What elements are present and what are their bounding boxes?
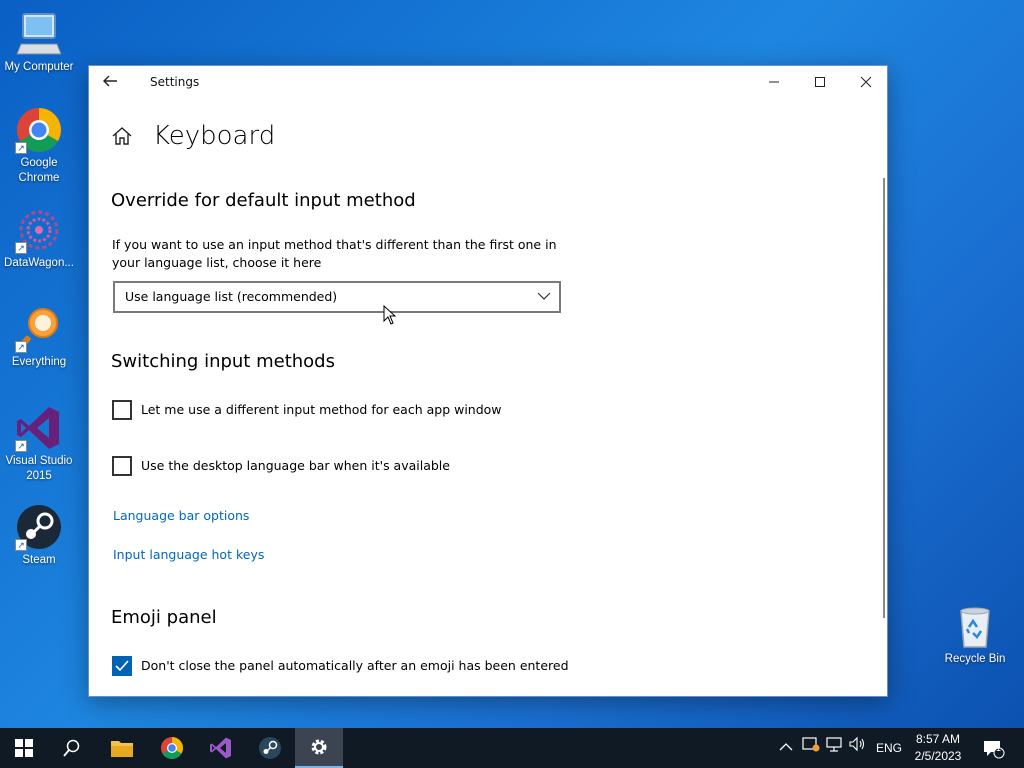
- taskbar-file-explorer[interactable]: [98, 728, 146, 768]
- checkbox-label: Don't close the panel automatically afte…: [141, 658, 569, 673]
- section-title-switching: Switching input methods: [111, 351, 335, 372]
- checkbox-per-app-input[interactable]: [112, 400, 132, 420]
- taskbar-chrome[interactable]: [148, 728, 196, 768]
- notification-count: 1: [996, 743, 1002, 753]
- desktop-icon-label: Google Chrome: [18, 157, 60, 184]
- shortcut-arrow-icon: ↗: [15, 341, 27, 353]
- everything-search-icon: ↗: [15, 305, 63, 353]
- checkbox-label: Let me use a different input method for …: [141, 402, 502, 417]
- title-bar[interactable]: Settings: [89, 66, 887, 98]
- clock-date: 2/5/2023: [914, 749, 962, 763]
- desktop-icon-steam[interactable]: ↗ Steam: [0, 503, 78, 568]
- tray-volume-button[interactable]: [849, 728, 867, 768]
- tray-overflow-button[interactable]: [779, 728, 793, 768]
- steam-icon: [259, 737, 281, 759]
- minimize-icon: [769, 81, 779, 83]
- close-button[interactable]: [843, 66, 889, 98]
- back-button[interactable]: [101, 72, 123, 92]
- section-title-emoji: Emoji panel: [111, 607, 217, 628]
- search-icon: [63, 739, 80, 757]
- home-icon: [112, 127, 132, 145]
- chevron-up-icon: [779, 743, 793, 751]
- desktop-icon-everything[interactable]: ↗ Everything: [0, 305, 78, 370]
- checkbox-language-bar[interactable]: [112, 456, 132, 476]
- desktop-icon-my-computer[interactable]: My Computer: [0, 10, 78, 75]
- chrome-icon: [161, 737, 183, 759]
- visual-studio-icon: [210, 737, 231, 759]
- tray-language[interactable]: ENG: [876, 728, 902, 768]
- chevron-down-icon: [537, 292, 551, 300]
- link-input-language-hot-keys[interactable]: Input language hot keys: [113, 547, 264, 562]
- home-button[interactable]: [111, 125, 133, 147]
- steam-icon: ↗: [15, 503, 63, 551]
- checkbox-emoji-dont-close[interactable]: [112, 656, 132, 676]
- tray-clock[interactable]: 8:57 AM 2/5/2023: [907, 731, 969, 765]
- desktop-icon-label: My Computer: [4, 61, 74, 73]
- network-icon: [826, 737, 842, 752]
- datawagon-icon: ↗: [15, 206, 63, 254]
- page-title: Keyboard: [153, 121, 276, 151]
- taskbar-steam[interactable]: [246, 728, 294, 768]
- notification-icon: [984, 740, 1005, 759]
- minimize-button[interactable]: [751, 66, 797, 98]
- shortcut-arrow-icon: ↗: [15, 142, 27, 154]
- desktop-icon-label: Everything: [11, 356, 67, 368]
- scrollbar[interactable]: [883, 178, 885, 618]
- desktop-icon-label: Steam: [22, 554, 56, 566]
- clock-time: 8:57 AM: [915, 732, 961, 746]
- my-computer-icon: [15, 10, 63, 58]
- taskbar-settings[interactable]: [295, 728, 343, 768]
- maximize-icon: [815, 77, 825, 87]
- settings-window: Settings Keyboard Override for default i…: [88, 65, 888, 697]
- dropdown-value: Use language list (recommended): [125, 289, 338, 304]
- action-center-button[interactable]: 1: [983, 728, 1005, 768]
- desktop-icon-label: Visual Studio 2015: [5, 455, 73, 482]
- input-method-dropdown[interactable]: Use language list (recommended): [113, 281, 561, 313]
- tray-security-button[interactable]: [802, 728, 820, 768]
- visual-studio-icon: ↗: [15, 404, 63, 452]
- security-icon: [802, 737, 820, 752]
- shortcut-arrow-icon: ↗: [15, 440, 27, 452]
- back-arrow-icon: [103, 75, 117, 87]
- desktop-icon-google-chrome[interactable]: ↗ Google Chrome: [0, 106, 78, 186]
- chrome-icon: ↗: [15, 106, 63, 154]
- taskbar: ENG 8:57 AM 2/5/2023 1: [0, 728, 1024, 768]
- close-icon: [860, 76, 872, 88]
- desktop-icon-visual-studio[interactable]: ↗ Visual Studio 2015: [0, 404, 78, 484]
- taskbar-visual-studio[interactable]: [197, 728, 245, 768]
- volume-icon: [849, 736, 865, 752]
- desktop-icon-recycle-bin[interactable]: Recycle Bin: [940, 603, 1010, 665]
- settings-gear-icon: [311, 739, 327, 755]
- shortcut-arrow-icon: ↗: [15, 242, 27, 254]
- search-button[interactable]: [48, 728, 96, 768]
- tray-network-button[interactable]: [826, 728, 842, 768]
- maximize-button[interactable]: [797, 66, 843, 98]
- section-title-override: Override for default input method: [111, 190, 416, 211]
- checkmark-icon: [115, 660, 129, 672]
- start-button[interactable]: [0, 728, 48, 768]
- override-description: If you want to use an input method that'…: [112, 237, 557, 270]
- recycle-bin-icon: [951, 603, 999, 651]
- mouse-cursor-icon: [383, 305, 397, 325]
- checkbox-label: Use the desktop language bar when it's a…: [141, 458, 450, 473]
- windows-logo-icon: [15, 739, 33, 757]
- shortcut-arrow-icon: ↗: [15, 539, 27, 551]
- desktop-icon-datawagon[interactable]: ↗ DataWagon...: [0, 206, 78, 271]
- desktop-icon-label: DataWagon...: [4, 257, 74, 269]
- window-title: Settings: [150, 75, 200, 89]
- file-explorer-icon: [111, 741, 133, 757]
- link-language-bar-options[interactable]: Language bar options: [113, 508, 249, 523]
- recycle-bin-label: Recycle Bin: [944, 653, 1006, 665]
